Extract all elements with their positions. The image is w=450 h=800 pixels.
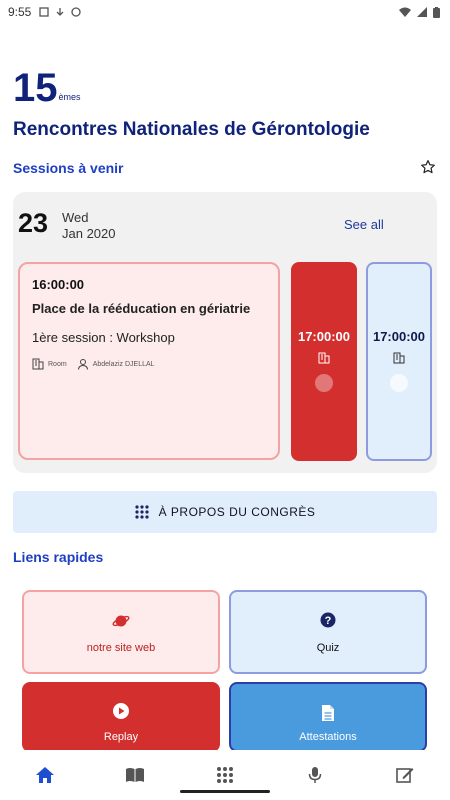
sim-icon (39, 7, 50, 17)
session-card-red[interactable]: 17:00:00 (291, 262, 357, 461)
session-time: 17:00:00 (297, 329, 351, 344)
planet-icon (112, 615, 130, 627)
status-time: 9:55 (8, 5, 32, 19)
star-icon[interactable] (420, 159, 436, 175)
session-time: 16:00:00 (32, 277, 85, 292)
nav-program[interactable] (115, 755, 155, 795)
signal-icon (417, 7, 427, 17)
mic-icon (308, 767, 322, 783)
speaker-name: Abdelaziz DJELLAL (92, 360, 155, 368)
congress-title: Rencontres Nationales de Gérontologie (13, 119, 370, 140)
session-time: 17:00:00 (372, 329, 426, 344)
tile-label: Quiz (316, 642, 340, 654)
play-icon (113, 703, 129, 719)
tile-website[interactable]: notre site web (22, 590, 220, 674)
session-month-year: Jan 2020 (62, 226, 116, 241)
session-day: 23 (18, 208, 49, 238)
person-icon (77, 359, 88, 370)
question-icon: ? (320, 612, 336, 628)
avatar-placeholder (315, 374, 333, 392)
room-label: Room (48, 360, 67, 368)
see-all-link[interactable]: See all (344, 217, 384, 232)
nav-menu[interactable] (205, 755, 245, 795)
tile-quiz[interactable]: ? Quiz (229, 590, 427, 674)
battery-icon (433, 6, 440, 18)
nav-home[interactable] (25, 755, 65, 795)
building-icon (32, 358, 44, 370)
tile-attestations[interactable]: Attestations (229, 682, 427, 752)
session-card-main[interactable]: 16:00:00 Place de la rééducation en géri… (18, 262, 280, 460)
session-subtitle: 1ère session : Workshop (32, 330, 175, 345)
tile-replay[interactable]: Replay (22, 682, 220, 752)
about-congress-button[interactable]: À PROPOS DU CONGRÈS (13, 491, 437, 533)
home-indicator (180, 790, 270, 793)
document-icon (322, 705, 334, 721)
session-title: Place de la rééducation en gériatrie (32, 301, 251, 316)
tile-label: Replay (103, 731, 139, 743)
status-bar: 9:55 (0, 0, 450, 24)
upcoming-sessions-heading: Sessions à venir (13, 160, 124, 176)
quick-links-heading: Liens rapides (13, 549, 104, 565)
notification-icons (39, 7, 82, 17)
tile-label: notre site web (86, 642, 156, 654)
session-weekday: Wed (62, 210, 89, 225)
app-notification-icon (71, 7, 82, 17)
session-card-blue[interactable]: 17:00:00 (366, 262, 432, 461)
home-icon (36, 767, 54, 783)
building-icon (318, 352, 330, 364)
grid-icon (217, 767, 233, 783)
grid-icon (134, 505, 149, 519)
svg-text:?: ? (325, 615, 332, 627)
about-label: À PROPOS DU CONGRÈS (158, 505, 316, 519)
building-icon (393, 352, 405, 364)
edition-suffix: èmes (58, 92, 81, 102)
nav-speakers[interactable] (295, 755, 335, 795)
tile-label: Attestations (299, 731, 357, 743)
book-icon (126, 768, 144, 782)
session-meta: Room Abdelaziz DJELLAL (32, 358, 155, 370)
download-icon (56, 8, 64, 16)
avatar-placeholder (390, 374, 408, 392)
edition-number: 15 (13, 66, 58, 110)
wifi-icon (399, 7, 411, 17)
edit-icon (396, 768, 414, 783)
system-icons (399, 6, 440, 18)
nav-notes[interactable] (385, 755, 425, 795)
congress-edition: 15èmes (13, 68, 81, 108)
